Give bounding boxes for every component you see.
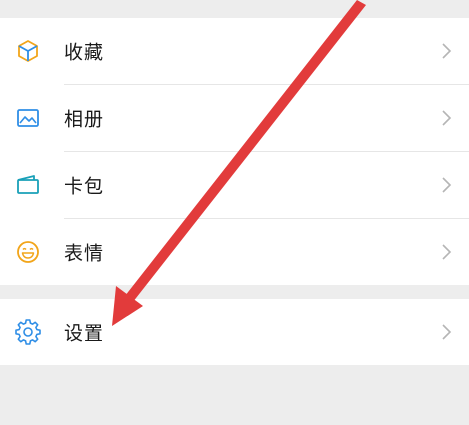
favorites-cube-icon xyxy=(14,37,42,65)
menu-item-album[interactable]: 相册 xyxy=(0,85,469,151)
menu-item-label: 表情 xyxy=(64,242,105,265)
sticker-smiley-icon xyxy=(14,238,42,266)
menu-item-stickers[interactable]: 表情 xyxy=(0,219,469,285)
chevron-right-icon xyxy=(441,42,453,60)
album-picture-icon xyxy=(14,104,42,132)
chevron-right-icon xyxy=(441,109,453,127)
menu-item-cards[interactable]: 卡包 xyxy=(0,152,469,218)
chevron-right-icon xyxy=(441,323,453,341)
chevron-right-icon xyxy=(441,243,453,261)
section-gap xyxy=(0,285,469,299)
top-spacer xyxy=(0,0,469,18)
menu-group-settings: 设置 xyxy=(0,299,469,365)
menu-item-settings[interactable]: 设置 xyxy=(0,299,469,365)
menu-item-favorites[interactable]: 收藏 xyxy=(0,18,469,84)
menu-item-label: 设置 xyxy=(64,322,105,345)
menu-group-main: 收藏 相册 卡包 表情 xyxy=(0,18,469,285)
chevron-right-icon xyxy=(441,176,453,194)
menu-item-label: 卡包 xyxy=(64,175,105,198)
gear-icon xyxy=(14,318,42,346)
menu-item-label: 收藏 xyxy=(64,41,105,64)
menu-item-label: 相册 xyxy=(64,108,105,131)
card-wallet-icon xyxy=(14,171,42,199)
